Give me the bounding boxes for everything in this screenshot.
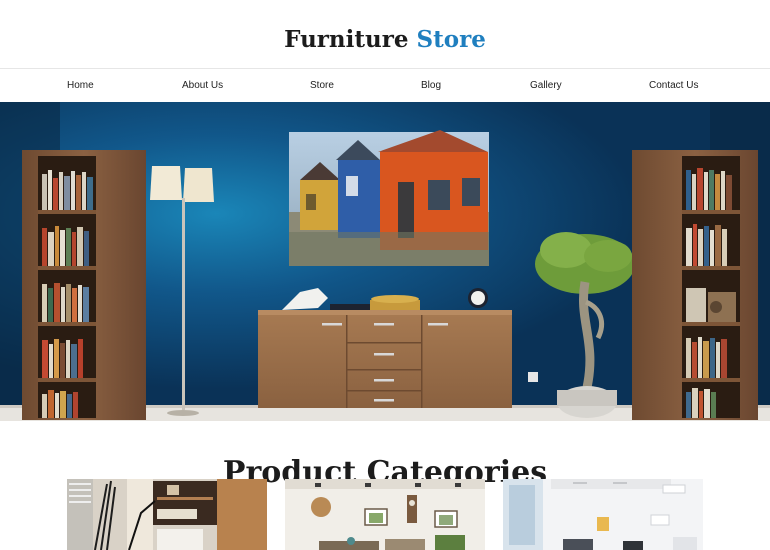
category-image-home-office (67, 479, 267, 550)
main-nav: Home About Us Store Blog Gallery Contact… (0, 68, 770, 103)
site-logo-title[interactable]: Furniture Store (0, 26, 770, 53)
nav-item-blog[interactable]: Blog (421, 80, 441, 91)
left-bookcase (22, 150, 146, 420)
hero-image (0, 102, 770, 421)
brand-name-accent: Store (416, 26, 486, 53)
nav-item-about-us[interactable]: About Us (182, 80, 223, 91)
category-card-living-room[interactable] (285, 479, 485, 550)
nav-item-store[interactable]: Store (310, 80, 334, 91)
brand-name-main: Furniture (284, 26, 409, 53)
category-card-home-office[interactable] (67, 479, 267, 550)
category-image-living-room (285, 479, 485, 550)
dresser (258, 288, 512, 408)
hero-banner (0, 102, 770, 421)
right-bookcase (632, 150, 758, 420)
nav-item-gallery[interactable]: Gallery (530, 80, 562, 91)
wall-painting (289, 130, 489, 266)
site-header: Furniture Store (0, 0, 770, 68)
category-card-white-interior[interactable] (503, 479, 703, 550)
category-image-white-interior (503, 479, 703, 550)
nav-item-home[interactable]: Home (67, 80, 94, 91)
nav-item-contact-us[interactable]: Contact Us (649, 80, 698, 91)
